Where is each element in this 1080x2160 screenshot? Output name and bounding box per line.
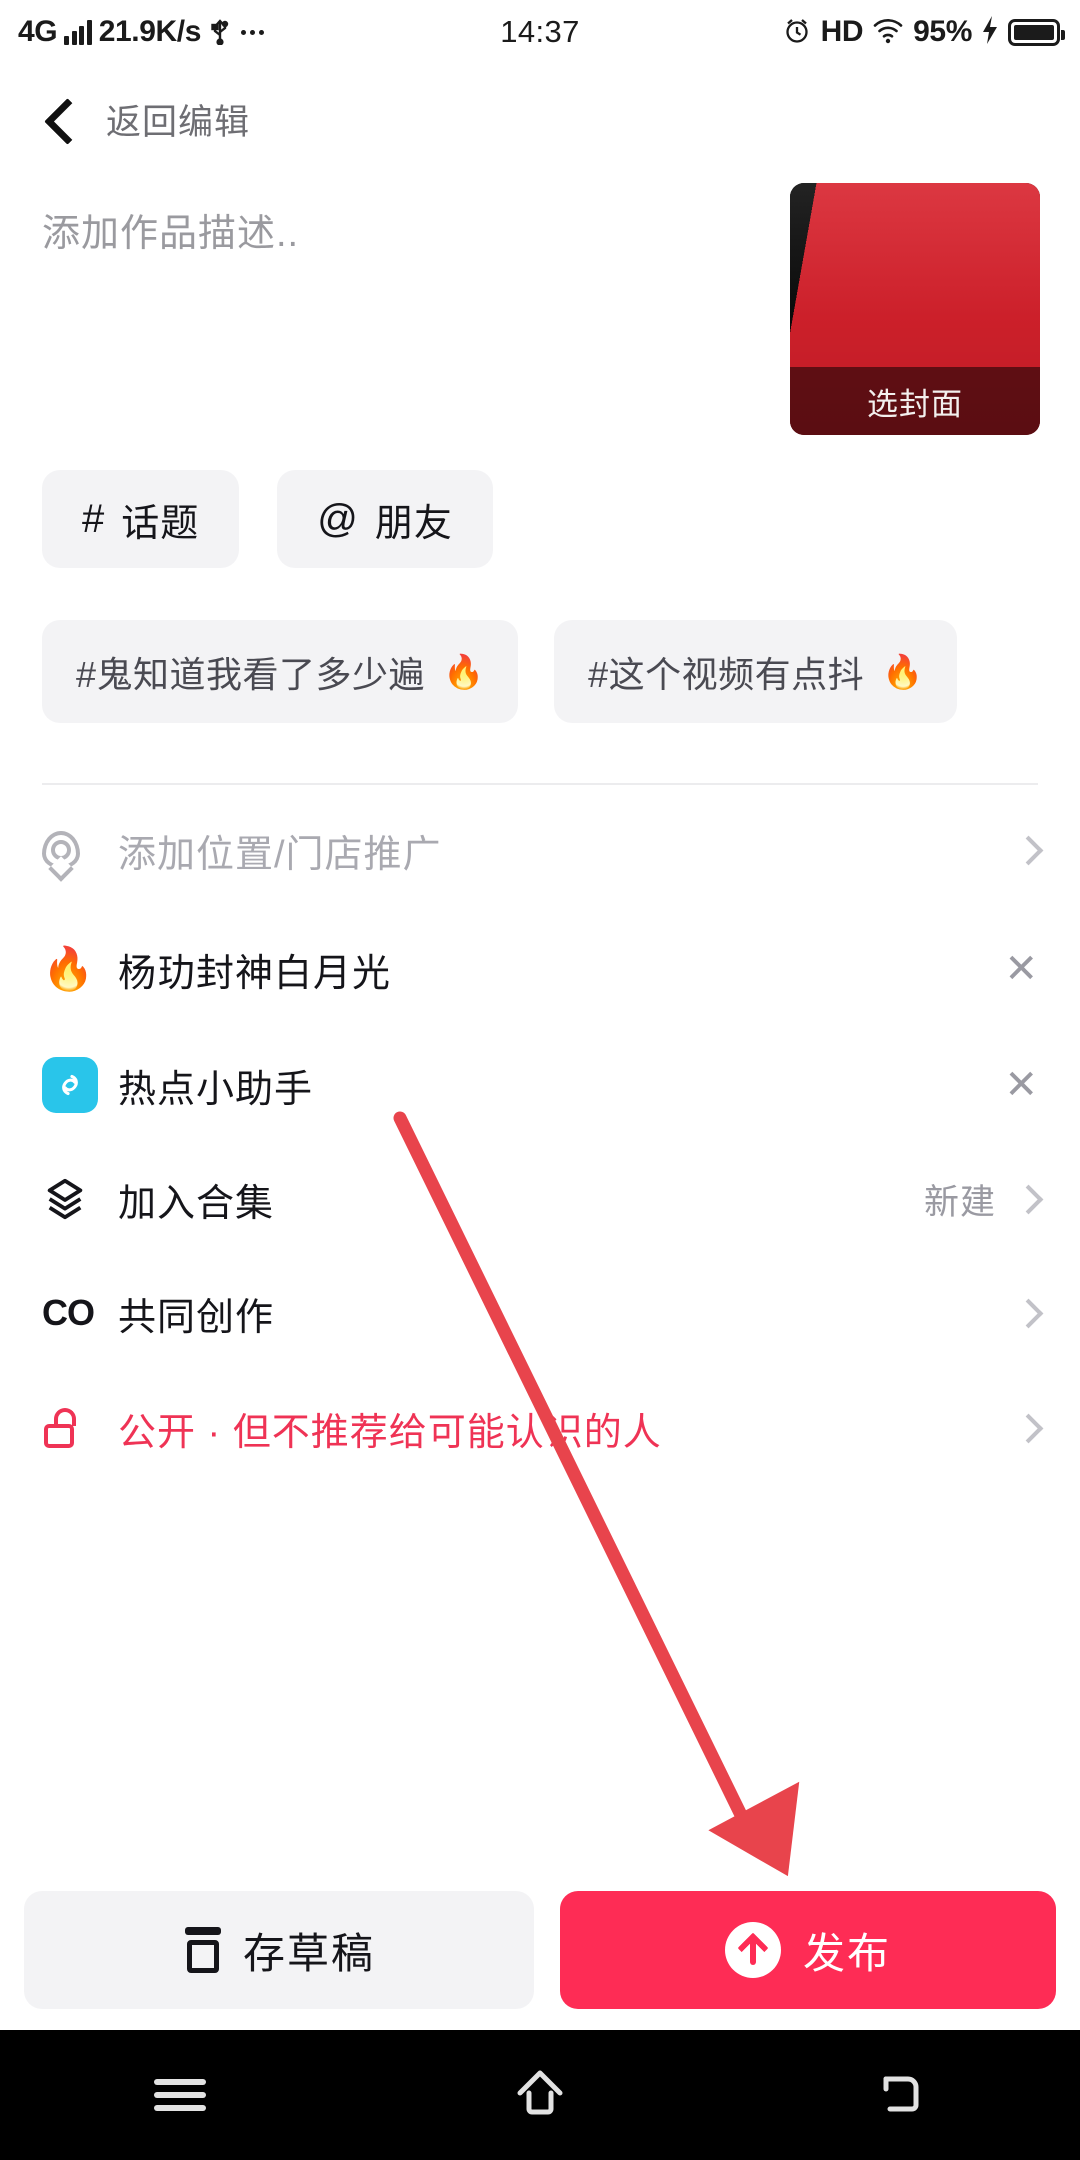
action-chip-row: # 话题 @ 朋友 (0, 470, 1080, 568)
battery-percent-label: 95% (913, 15, 972, 48)
publish-label: 发布 (802, 1929, 891, 1977)
row-trailing[interactable]: 新建 (924, 1174, 1038, 1225)
android-navigation-bar (0, 2030, 1080, 2160)
friend-chip[interactable]: @ 朋友 (277, 470, 493, 568)
row-label: 加入合集 (118, 1182, 275, 1225)
unlock-icon (42, 1408, 104, 1448)
row-label: 公开 · 但不推荐给可能认识的人 (118, 1411, 662, 1454)
upload-arrow-icon (724, 1922, 781, 1978)
save-draft-icon (183, 1927, 223, 1973)
friend-chip-label: 朋友 (374, 502, 453, 545)
select-cover-button[interactable]: 选封面 (790, 367, 1040, 435)
suggested-tag-label: #鬼知道我看了多少遍 (76, 653, 426, 695)
row-co-create[interactable]: CO 共同创作 (0, 1256, 1080, 1370)
home-button[interactable] (480, 2055, 600, 2135)
topic-chip[interactable]: # 话题 (42, 470, 240, 568)
row-label: 添加位置/门店推广 (118, 833, 442, 876)
row-label: 热点小助手 (118, 1068, 314, 1111)
row-privacy[interactable]: 公开 · 但不推荐给可能认识的人 (0, 1370, 1080, 1486)
save-draft-label: 存草稿 (242, 1929, 375, 1977)
status-bar: 4G 21.9K/s 14:37 HD 95% (0, 0, 1080, 64)
page-header: 返回编辑 (0, 64, 1080, 174)
suggested-tag-chip[interactable]: #鬼知道我看了多少遍 🔥 (42, 620, 519, 723)
status-bar-right: HD 95% (782, 15, 1065, 50)
wifi-icon (872, 16, 904, 49)
home-icon (508, 2061, 572, 2130)
row-hot-topic[interactable]: 🔥 杨玏封神白月光 ✕ (0, 910, 1080, 1028)
hotspot-assistant-icon (42, 1057, 104, 1113)
option-list: 添加位置/门店推广 🔥 杨玏封神白月光 ✕ 热点小助手 ✕ 加入合集 新建 CO… (0, 790, 1080, 1486)
cover-thumbnail[interactable]: 选封面 (790, 183, 1040, 435)
chevron-right-icon[interactable] (1018, 1418, 1038, 1438)
select-cover-label: 选封面 (867, 386, 963, 422)
chevron-right-icon[interactable] (1018, 1189, 1038, 1209)
row-value: 新建 (923, 1182, 996, 1222)
suggested-tag-chip[interactable]: #这个视频有点抖 🔥 (554, 620, 958, 723)
section-divider (42, 783, 1038, 785)
hash-icon: # (82, 496, 105, 541)
row-trailing[interactable]: ✕ (1004, 1065, 1038, 1105)
flame-icon: 🔥 (443, 653, 485, 690)
row-trailing[interactable] (1018, 840, 1038, 860)
suggested-tag-label: #这个视频有点抖 (588, 653, 865, 695)
bottom-action-bar: 存草稿 发布 (0, 1870, 1080, 2030)
battery-icon (1008, 18, 1065, 46)
co-create-icon: CO (42, 1292, 95, 1333)
location-pin-icon (42, 831, 104, 869)
row-join-collection[interactable]: 加入合集 新建 (0, 1142, 1080, 1256)
row-trailing[interactable]: ✕ (1004, 949, 1038, 989)
composer-area: 添加作品描述.. 选封面 (0, 176, 1080, 446)
row-label: 杨玏封神白月光 (118, 952, 392, 995)
row-label: 共同创作 (118, 1296, 275, 1339)
menu-icon (154, 2072, 206, 2118)
row-add-location[interactable]: 添加位置/门店推广 (0, 790, 1080, 910)
back-arrow-icon (868, 2061, 932, 2130)
at-icon: @ (317, 496, 358, 541)
row-hotspot-assistant[interactable]: 热点小助手 ✕ (0, 1028, 1080, 1142)
clock-label: 14:37 (500, 14, 580, 49)
layers-icon (42, 1176, 104, 1222)
close-icon[interactable]: ✕ (1004, 949, 1038, 989)
chevron-left-icon[interactable] (42, 102, 76, 136)
flame-icon: 🔥 (882, 653, 924, 690)
app-screen: 4G 21.9K/s 14:37 HD 95% 返回编辑 添加作品描述.. 选封… (0, 0, 1080, 2160)
alarm-icon (782, 15, 812, 50)
chevron-right-icon[interactable] (1018, 840, 1038, 860)
back-to-edit-label[interactable]: 返回编辑 (106, 94, 250, 145)
close-icon[interactable]: ✕ (1004, 1065, 1038, 1105)
row-trailing[interactable] (1018, 1418, 1038, 1438)
hd-label: HD (820, 15, 864, 48)
fire-icon: 🔥 (42, 945, 95, 992)
recents-button[interactable] (120, 2055, 240, 2135)
chevron-right-icon[interactable] (1018, 1303, 1038, 1323)
topic-chip-label: 话题 (121, 502, 200, 545)
suggested-tag-row[interactable]: #鬼知道我看了多少遍 🔥 #这个视频有点抖 🔥 (0, 620, 1080, 723)
back-button[interactable] (840, 2055, 960, 2135)
description-input[interactable]: 添加作品描述.. (42, 202, 299, 257)
row-trailing[interactable] (1018, 1303, 1038, 1323)
publish-button[interactable]: 发布 (560, 1891, 1056, 2009)
charging-bolt-icon (981, 15, 999, 50)
save-draft-button[interactable]: 存草稿 (24, 1891, 534, 2009)
